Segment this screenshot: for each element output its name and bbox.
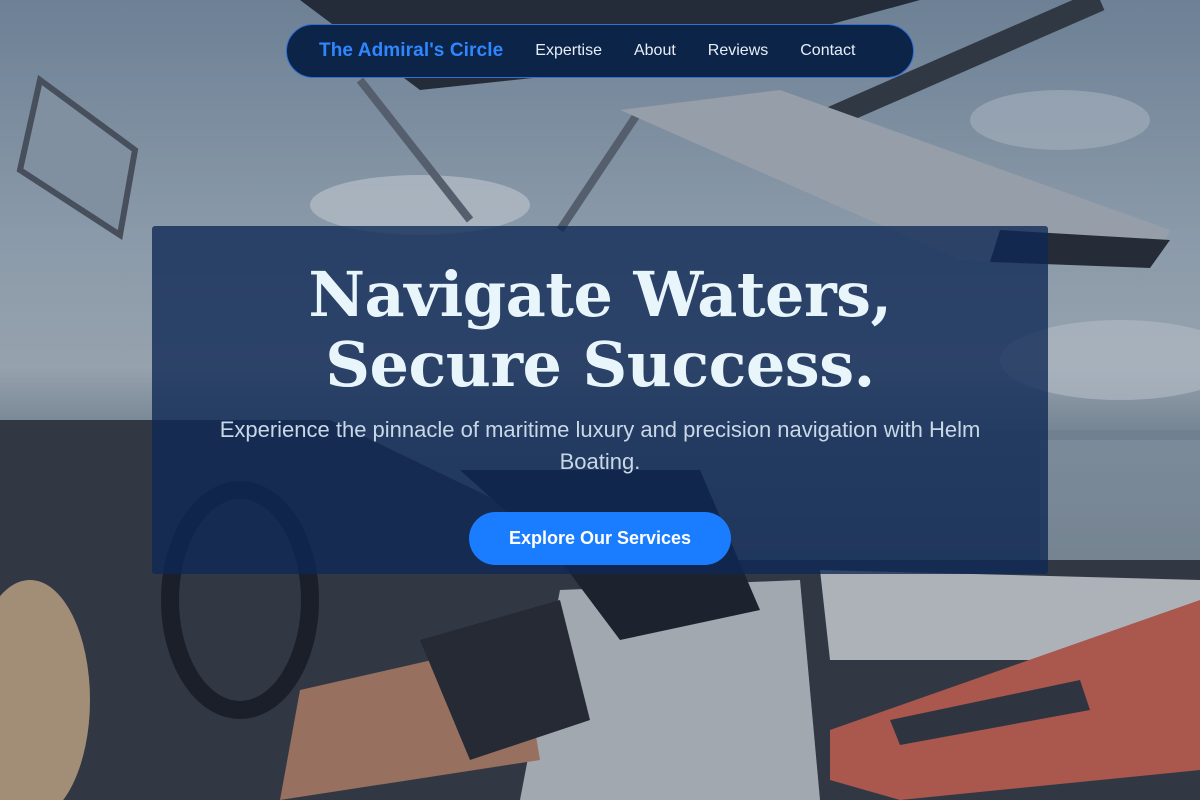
nav-link-expertise[interactable]: Expertise (535, 42, 602, 60)
explore-services-button[interactable]: Explore Our Services (468, 512, 732, 565)
nav-link-contact[interactable]: Contact (800, 42, 855, 60)
hero-card: Navigate Waters, Secure Success. Experie… (152, 226, 1048, 574)
nav-link-about[interactable]: About (634, 42, 676, 60)
nav-link-reviews[interactable]: Reviews (708, 42, 768, 60)
brand-logo-link[interactable]: The Admiral's Circle (319, 40, 503, 62)
top-navigation: The Admiral's Circle Expertise About Rev… (286, 24, 914, 78)
hero-title: Navigate Waters, Secure Success. (308, 258, 892, 401)
hero-subtitle: Experience the pinnacle of maritime luxu… (219, 417, 981, 474)
